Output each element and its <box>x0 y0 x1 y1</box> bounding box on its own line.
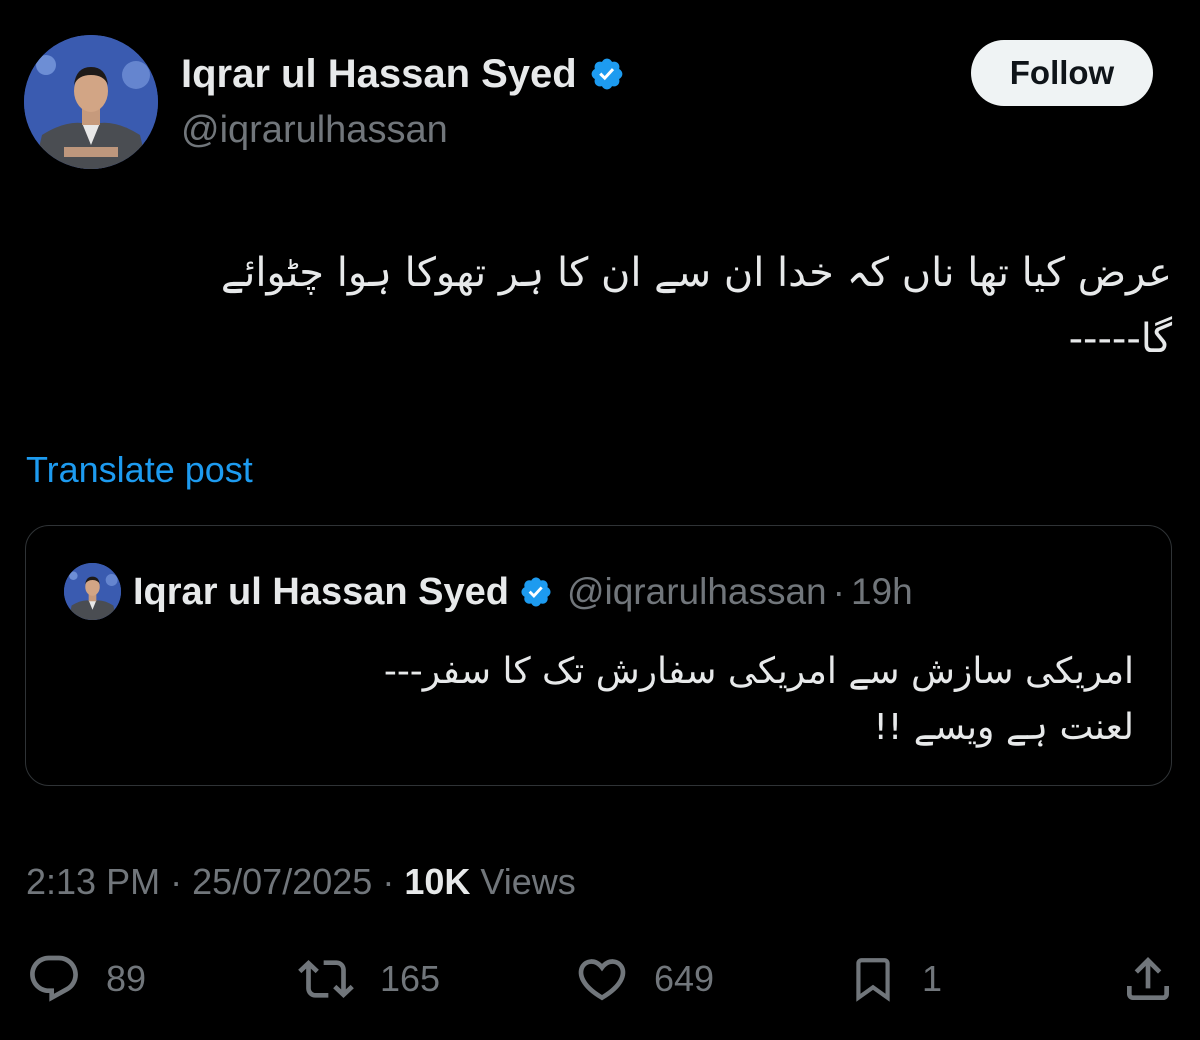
quote-author-name[interactable]: Iqrar ul Hassan Syed <box>133 570 509 614</box>
repost-button[interactable]: 165 <box>296 948 440 1010</box>
reply-count: 89 <box>106 958 147 999</box>
author-handle[interactable]: @iqrarulhassan <box>181 106 448 154</box>
reply-button[interactable]: 89 <box>26 948 146 1010</box>
quote-header: Iqrar ul Hassan Syed @iqrarulhassan · 19… <box>133 570 913 614</box>
share-icon <box>1127 957 1169 1000</box>
meta-separator: · <box>382 861 395 902</box>
quote-author-handle[interactable]: @iqrarulhassan <box>567 570 827 614</box>
verified-badge-icon <box>521 577 551 607</box>
post-time[interactable]: 2:13 PM <box>26 861 160 902</box>
verified-badge-icon <box>591 58 623 90</box>
post-meta: 2:13 PM · 25/07/2025 · 10K Views <box>26 860 576 904</box>
quote-author-avatar[interactable] <box>64 563 121 620</box>
author-name-text[interactable]: Iqrar ul Hassan Syed <box>181 50 577 98</box>
bookmark-count: 1 <box>922 958 943 999</box>
reply-icon <box>30 955 78 1002</box>
quote-text-line: لعنت ہے ویسے !! <box>873 707 1134 748</box>
follow-button[interactable]: Follow <box>971 40 1153 106</box>
author-name[interactable]: Iqrar ul Hassan Syed <box>181 50 625 98</box>
post-date[interactable]: 25/07/2025 <box>192 861 372 902</box>
translate-post-link[interactable]: Translate post <box>26 448 253 492</box>
quote-separator: · <box>832 571 845 612</box>
post-text-line: گا----- <box>1068 316 1172 362</box>
quote-text: امریکی سازش سے امریکی سفارش تک کا سفر---… <box>66 644 1134 756</box>
like-button[interactable]: 649 <box>574 948 714 1010</box>
bookmark-button[interactable]: 1 <box>848 948 942 1010</box>
author-avatar[interactable] <box>24 35 158 169</box>
views-count: 10K <box>404 861 471 902</box>
heart-icon <box>578 959 626 1001</box>
quote-text-line: امریکی سازش سے امریکی سفارش تک کا سفر--- <box>383 651 1134 692</box>
repost-count: 165 <box>380 958 441 999</box>
quote-timestamp[interactable]: 19h <box>851 570 913 614</box>
share-button[interactable] <box>1120 948 1176 1010</box>
post-text-line: عرض کیا تھا ناں کہ خدا ان سے ان کا ہر تھ… <box>220 250 1172 296</box>
views-label: Views <box>480 861 576 902</box>
like-count: 649 <box>654 958 715 999</box>
post-text: عرض کیا تھا ناں کہ خدا ان سے ان کا ہر تھ… <box>40 240 1172 372</box>
action-bar: 89 165 649 1 <box>0 948 1200 1010</box>
meta-separator: · <box>170 861 183 902</box>
repost-icon <box>298 960 354 998</box>
quoted-post-card[interactable]: Iqrar ul Hassan Syed @iqrarulhassan · 19… <box>25 525 1172 786</box>
bookmark-icon <box>856 958 890 1002</box>
